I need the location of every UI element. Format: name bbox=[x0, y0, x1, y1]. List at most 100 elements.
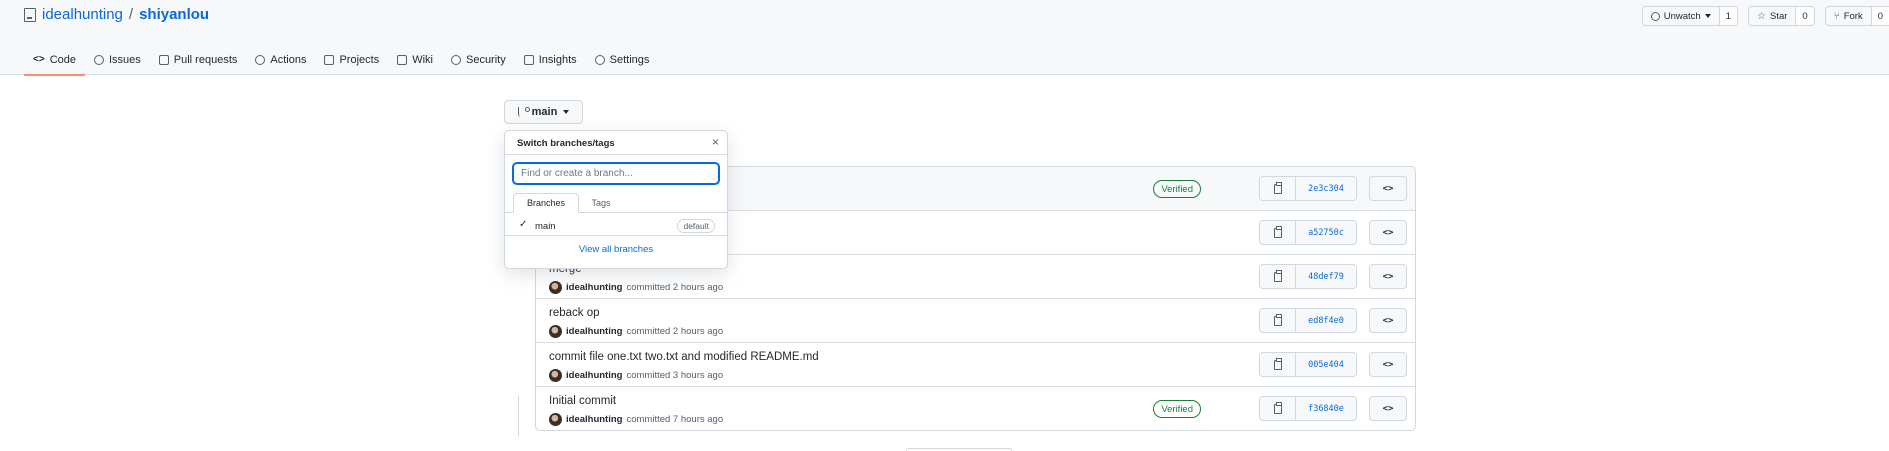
fork-button[interactable]: ⑂ Fork 0 bbox=[1824, 6, 1889, 26]
timeline-line bbox=[518, 396, 519, 436]
close-icon[interactable]: × bbox=[712, 135, 719, 149]
tab-security[interactable]: Security bbox=[442, 44, 515, 75]
tab-insights[interactable]: Insights bbox=[515, 44, 586, 75]
tab-actions[interactable]: Actions bbox=[246, 44, 315, 75]
clipboard-icon bbox=[1273, 357, 1282, 370]
commit-time: committed 3 hours ago bbox=[626, 370, 724, 381]
commit-sha-group: 2e3c304 bbox=[1259, 176, 1357, 201]
star-icon: ☆ bbox=[1757, 10, 1766, 22]
commit-message-link[interactable]: reback op bbox=[549, 307, 600, 319]
commit-author-link[interactable]: idealhunting bbox=[566, 326, 622, 337]
code-icon: <> bbox=[33, 54, 45, 65]
commit-author-link[interactable]: idealhunting bbox=[566, 282, 622, 293]
watch-button-main[interactable]: Unwatch bbox=[1643, 7, 1720, 25]
commit-author-link[interactable]: idealhunting bbox=[566, 370, 622, 381]
commit-message-link[interactable]: commit file one.txt two.txt and modified… bbox=[549, 351, 819, 363]
browse-files-button[interactable]: <> bbox=[1369, 176, 1407, 201]
branch-item-label: main bbox=[535, 221, 556, 232]
commit-time: committed 2 hours ago bbox=[626, 326, 724, 337]
branch-select-button[interactable]: main bbox=[504, 100, 583, 124]
chevron-down-icon bbox=[563, 110, 570, 114]
fork-count[interactable]: 0 bbox=[1871, 7, 1889, 25]
commit-sha-group: 48def79 bbox=[1259, 264, 1357, 289]
commit-message-link[interactable]: Initial commit bbox=[549, 395, 616, 407]
branch-search-input[interactable] bbox=[512, 162, 720, 185]
shield-icon bbox=[450, 54, 461, 65]
copy-sha-button[interactable] bbox=[1260, 221, 1296, 244]
repo-actions: Unwatch 1 ☆ Star 0 ⑂ Fork 0 bbox=[1641, 6, 1889, 26]
copy-sha-button[interactable] bbox=[1260, 309, 1296, 332]
tab-branches[interactable]: Branches bbox=[513, 193, 579, 213]
view-all-branches-link[interactable]: View all branches bbox=[505, 244, 727, 255]
browse-files-button[interactable]: <> bbox=[1369, 264, 1407, 289]
tab-wiki[interactable]: Wiki bbox=[388, 44, 442, 75]
browse-files-button[interactable]: <> bbox=[1369, 352, 1407, 377]
tab-label: Insights bbox=[538, 53, 577, 66]
avatar[interactable] bbox=[549, 369, 562, 382]
commit-sha-link[interactable]: 48def79 bbox=[1296, 265, 1356, 288]
avatar[interactable] bbox=[549, 281, 562, 294]
commit-sha-link[interactable]: 2e3c304 bbox=[1296, 177, 1356, 200]
commit-sha-link[interactable]: a52750c bbox=[1296, 221, 1356, 244]
tab-pull-requests[interactable]: Pull requests bbox=[150, 44, 247, 75]
book-icon bbox=[397, 54, 408, 65]
verified-badge[interactable]: Verified bbox=[1153, 400, 1201, 418]
git-branch-icon bbox=[517, 107, 530, 117]
fork-label: Fork bbox=[1843, 10, 1863, 22]
browse-files-button[interactable]: <> bbox=[1369, 220, 1407, 245]
branch-dropdown: Switch branches/tags × Branches Tags ✓ m… bbox=[504, 130, 728, 269]
tab-issues[interactable]: Issues bbox=[85, 44, 150, 75]
watch-button[interactable]: Unwatch 1 bbox=[1641, 6, 1738, 26]
repo-icon bbox=[24, 7, 36, 22]
copy-sha-button[interactable] bbox=[1260, 265, 1296, 288]
dropdown-title: Switch branches/tags bbox=[517, 138, 615, 149]
commit-sha-group: 005e404 bbox=[1259, 352, 1357, 377]
commit-sha-link[interactable]: f36840e bbox=[1296, 397, 1356, 420]
default-badge: default bbox=[677, 219, 715, 233]
tab-label: Security bbox=[465, 53, 506, 66]
browse-files-button[interactable]: <> bbox=[1369, 308, 1407, 333]
star-button-main[interactable]: ☆ Star bbox=[1749, 7, 1797, 25]
copy-sha-button[interactable] bbox=[1260, 177, 1296, 200]
star-button[interactable]: ☆ Star 0 bbox=[1748, 6, 1815, 26]
avatar[interactable] bbox=[549, 413, 562, 426]
avatar[interactable] bbox=[549, 325, 562, 338]
copy-sha-button[interactable] bbox=[1260, 397, 1296, 420]
tab-projects[interactable]: Projects bbox=[315, 44, 388, 75]
commit-sha-group: f36840e bbox=[1259, 396, 1357, 421]
branch-item-main[interactable]: ✓ main default bbox=[505, 216, 727, 236]
tab-tags[interactable]: Tags bbox=[585, 193, 617, 213]
verified-badge[interactable]: Verified bbox=[1153, 180, 1201, 198]
tab-label: Actions bbox=[270, 53, 307, 66]
clipboard-icon bbox=[1273, 269, 1282, 282]
fork-button-main[interactable]: ⑂ Fork bbox=[1826, 7, 1872, 25]
clipboard-icon bbox=[1273, 313, 1282, 326]
watch-count[interactable]: 1 bbox=[1719, 7, 1737, 25]
tab-label: Settings bbox=[609, 53, 650, 66]
repo-title: idealhunting / shiyanlou bbox=[24, 6, 209, 23]
commit-meta: idealhunting committed 2 hours ago bbox=[549, 325, 723, 338]
fork-icon: ⑂ bbox=[1833, 10, 1840, 22]
tab-label: Pull requests bbox=[173, 53, 238, 66]
tab-code[interactable]: <> Code bbox=[24, 44, 85, 76]
commit-sha-link[interactable]: ed8f4e0 bbox=[1296, 309, 1356, 332]
browse-files-button[interactable]: <> bbox=[1369, 396, 1407, 421]
commit-meta: idealhunting committed 3 hours ago bbox=[549, 369, 723, 382]
commit-row: commit file one.txt two.txt and modified… bbox=[536, 343, 1415, 387]
pull-request-icon bbox=[158, 54, 169, 65]
commit-row: reback op idealhunting committed 2 hours… bbox=[536, 299, 1415, 343]
repo-separator: / bbox=[128, 6, 134, 23]
repo-name-link[interactable]: shiyanlou bbox=[139, 6, 209, 23]
chevron-down-icon bbox=[1704, 14, 1711, 18]
watch-label: Unwatch bbox=[1663, 10, 1701, 22]
tab-label: Wiki bbox=[412, 53, 433, 66]
star-count[interactable]: 0 bbox=[1796, 7, 1814, 25]
tab-settings[interactable]: Settings bbox=[586, 44, 659, 75]
copy-sha-button[interactable] bbox=[1260, 353, 1296, 376]
repo-owner-link[interactable]: idealhunting bbox=[42, 6, 123, 23]
repo-header: idealhunting / shiyanlou Unwatch 1 ☆ Sta… bbox=[0, 0, 1889, 76]
clipboard-icon bbox=[1273, 225, 1282, 238]
commit-sha-link[interactable]: 005e404 bbox=[1296, 353, 1356, 376]
commit-author-link[interactable]: idealhunting bbox=[566, 414, 622, 425]
clipboard-icon bbox=[1273, 181, 1282, 194]
